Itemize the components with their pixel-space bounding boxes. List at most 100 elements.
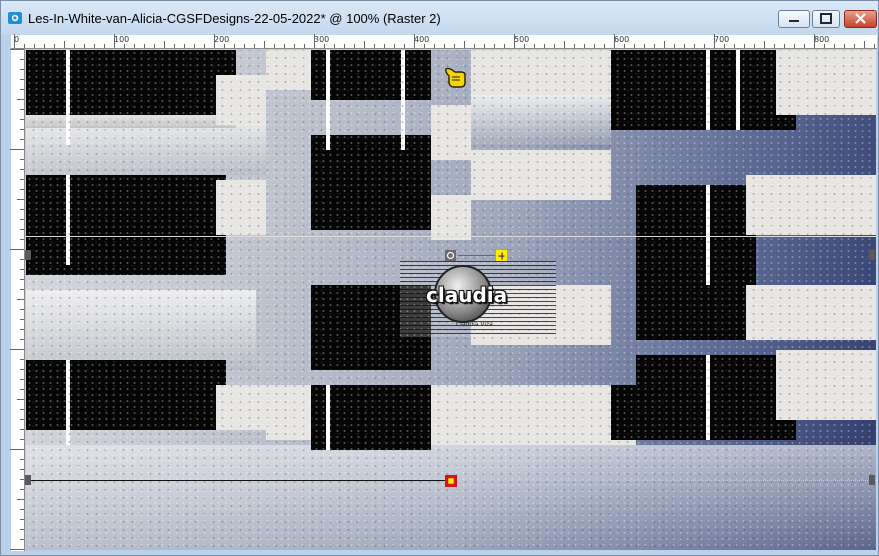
ruler-tick [20,289,24,290]
guide-handle-left[interactable] [25,250,31,260]
ruler-tick [224,44,225,48]
ruler-tick [824,44,825,48]
minimize-button[interactable] [778,10,810,28]
ruler-tick [614,34,615,48]
ruler-tick [834,44,835,48]
ruler-tick [10,449,24,450]
window-title: Les-In-White-van-Alicia-CGSFDesigns-22-0… [28,11,441,26]
ruler-tick [564,41,565,48]
ruler-tick [10,349,24,350]
ruler-tick [474,44,475,48]
ruler-tick [444,44,445,48]
ruler-tick [534,44,535,48]
ruler-tick [134,44,135,48]
ruler-tick [17,499,24,500]
anchor-handle-icon[interactable] [445,475,457,487]
close-button[interactable] [844,10,877,28]
ruler-tick [764,41,765,48]
ruler-tick [34,44,35,48]
ruler-tick [74,44,75,48]
ruler-tick [344,44,345,48]
ruler-tick [654,44,655,48]
ruler-tick [374,44,375,48]
ruler-tick [10,49,24,50]
ruler-tick [214,34,215,48]
ruler-tick [814,34,815,48]
guide-handle-right[interactable] [869,475,875,485]
ruler-tick [484,44,485,48]
ruler-tick [144,44,145,48]
ruler-tick [20,379,24,380]
ruler-tick [544,44,545,48]
ruler-tick [20,169,24,170]
ruler-tick [804,44,805,48]
rotate-handle-icon[interactable] [445,250,456,261]
ruler-tick [20,259,24,260]
ruler-tick [20,159,24,160]
ruler-tick [20,89,24,90]
maximize-button[interactable] [812,10,840,28]
ruler-label: 700 [714,35,730,44]
ruler-tick [17,299,24,300]
image-window: Les-In-White-van-Alicia-CGSFDesigns-22-0… [0,0,879,556]
ruler-tick [174,44,175,48]
ruler-tick [20,279,24,280]
ruler-tick [20,219,24,220]
ruler-label: 300 [314,35,330,44]
ruler-tick [10,149,24,150]
ruler-label: 200 [214,35,230,44]
ruler-tick [10,249,24,250]
ruler-tick [20,129,24,130]
ruler-tick [17,399,24,400]
title-bar[interactable]: Les-In-White-van-Alicia-CGSFDesigns-22-0… [1,1,878,35]
ruler-tick [694,44,695,48]
ruler-label: 800 [814,35,830,44]
ruler-tick [54,44,55,48]
ruler-tick [20,329,24,330]
ruler-tick [264,41,265,48]
ruler-tick [384,44,385,48]
ruler-tick [124,44,125,48]
ruler-tick [20,359,24,360]
ruler-tick [17,199,24,200]
horizontal-ruler[interactable]: 0 100 200 300 400 500 600 700 800 [11,34,877,49]
ruler-tick [464,41,465,48]
ruler-tick [854,44,855,48]
ruler-tick [94,44,95,48]
ruler-tick [704,44,705,48]
ruler-tick [20,109,24,110]
ruler-tick [744,44,745,48]
hand-pointer-icon [445,67,466,88]
ruler-tick [864,41,865,48]
ruler-tick [20,309,24,310]
horizontal-guide[interactable] [26,236,876,237]
ruler-tick [774,44,775,48]
ruler-tick [164,41,165,48]
ruler-tick [244,44,245,48]
horizontal-guide[interactable] [26,480,446,481]
ruler-tick [20,489,24,490]
ruler-tick [20,509,24,510]
ruler-tick [184,44,185,48]
ruler-tick [20,519,24,520]
ruler-tick [424,44,425,48]
ruler-tick [304,44,305,48]
ruler-tick [20,239,24,240]
ruler-tick [20,409,24,410]
dotted-guide[interactable] [456,480,876,481]
ruler-label: 400 [414,35,430,44]
image-canvas[interactable]: claudia Claudia Viza [26,50,876,550]
ruler-tick [154,44,155,48]
guide-handle-right[interactable] [869,250,875,260]
ruler-tick [20,539,24,540]
rotation-line [458,255,495,256]
close-icon [855,13,866,24]
vertical-ruler[interactable] [10,49,25,551]
ruler-tick [684,44,685,48]
watermark-subtext: Claudia Viza [456,321,493,328]
ruler-tick [234,44,235,48]
ruler-tick [254,44,255,48]
ruler-tick [364,41,365,48]
guide-handle-left[interactable] [25,475,31,485]
ruler-tick [514,34,515,48]
